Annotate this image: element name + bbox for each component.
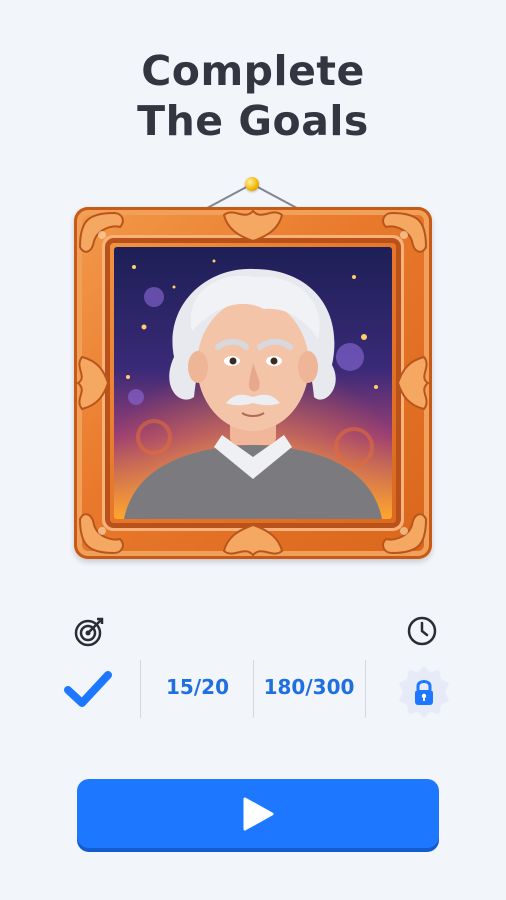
moves-goal-value: 15/20 (166, 675, 229, 699)
hanging-pin (245, 177, 259, 191)
play-button[interactable] (77, 779, 439, 848)
clock-icon (407, 616, 437, 646)
score-goal-value: 180/300 (263, 675, 355, 699)
lock-icon (399, 666, 449, 718)
picture-frame (74, 207, 432, 559)
stat-divider (140, 660, 141, 718)
target-icon (74, 617, 104, 647)
play-icon (243, 797, 274, 830)
checkmark-icon (64, 671, 112, 707)
stat-divider (365, 660, 366, 718)
portrait-image (114, 247, 392, 519)
stat-divider (253, 660, 254, 718)
hanging-wire (195, 183, 309, 215)
